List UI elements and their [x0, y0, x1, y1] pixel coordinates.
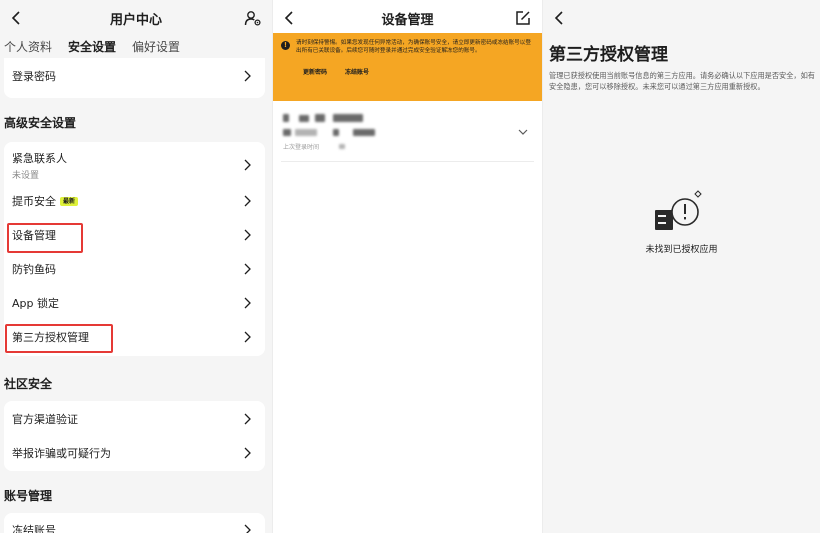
device-item[interactable]: 上次登录时间 [281, 112, 534, 162]
navbar: 设备管理 [273, 0, 542, 36]
redacted-device-name [283, 114, 289, 122]
warning-actions: 更新密码 冻结账号 [281, 67, 534, 76]
row-status: 未设置 [12, 170, 40, 181]
back-icon[interactable] [6, 7, 26, 29]
redacted-device-name [299, 115, 309, 122]
chevron-right-icon [244, 263, 251, 275]
navbar [543, 0, 820, 36]
row-label: 提币安全 最新 [12, 193, 265, 209]
row-label: 紧急联系人 [12, 151, 67, 165]
third-party-auth-row[interactable]: 第三方授权管理 [4, 320, 265, 354]
chevron-right-icon [244, 70, 251, 82]
chevron-right-icon [244, 524, 251, 533]
new-badge: 最新 [60, 196, 79, 206]
anti-phishing-row[interactable]: 防钓鱼码 [4, 252, 265, 286]
row-label: 第三方授权管理 [12, 331, 89, 344]
login-card: 登录密码 [4, 58, 265, 98]
page-title: 设备管理 [381, 12, 434, 28]
community-security-card: 官方渠道验证 举报诈骗或可疑行为 [4, 401, 265, 471]
advanced-security-card: 紧急联系人 未设置 提币安全 最新 设备管理 防钓鱼码 App 锁定 第三方授权… [4, 142, 265, 356]
back-icon[interactable] [279, 7, 299, 29]
redacted-device-info [353, 129, 375, 136]
row-label: 冻结账号 [12, 524, 56, 533]
edit-icon[interactable] [512, 7, 534, 29]
back-icon[interactable] [549, 7, 569, 29]
warning-text: 请时刻保持警惕。如果您发现任何异常活动，为确保账号安全，请立即更新密码或冻结账号… [296, 40, 531, 54]
row-label: 设备管理 [12, 229, 56, 242]
freeze-account-row[interactable]: 冻结账号 [4, 513, 265, 533]
chevron-right-icon [244, 413, 251, 425]
empty-state-text: 未找到已授权应用 [645, 245, 718, 255]
user-settings-icon[interactable] [242, 7, 264, 29]
redacted-device-info [295, 129, 317, 136]
chevron-down-icon[interactable] [518, 128, 528, 136]
emergency-contact-row[interactable]: 紧急联系人 未设置 [4, 146, 265, 184]
section-title-account: 账号管理 [4, 489, 53, 503]
page-title: 第三方授权管理 [549, 45, 668, 65]
row-label: 举报诈骗或可疑行为 [12, 447, 111, 460]
user-center-panel: 用户中心 个人资料 安全设置 偏好设置 登录密码 高级安全设置 紧急联系人 未设… [0, 0, 272, 533]
section-title-community: 社区安全 [4, 377, 53, 391]
empty-state-icon [651, 188, 707, 232]
chevron-right-icon [244, 297, 251, 309]
navbar: 用户中心 [0, 0, 272, 36]
login-password-row[interactable]: 登录密码 [4, 58, 265, 94]
chevron-right-icon [244, 447, 251, 459]
third-party-auth-panel: 第三方授权管理 管理已获授权使用当前账号信息的第三方应用。请务必确认以下应用是否… [542, 0, 820, 533]
page-title: 用户中心 [109, 12, 162, 28]
row-label: 官方渠道验证 [12, 413, 78, 426]
redacted-device-name [333, 114, 363, 122]
last-login-label: 上次登录时间 [283, 144, 320, 151]
chevron-right-icon [244, 195, 251, 207]
redacted-device-name [315, 114, 325, 122]
warning-icon: ! [281, 41, 290, 50]
update-password-link[interactable]: 更新密码 [303, 67, 327, 76]
redacted-device-info [283, 129, 291, 136]
chevron-right-icon [244, 229, 251, 241]
row-label: 防钓鱼码 [12, 263, 56, 276]
page-description: 管理已获授权使用当前账号信息的第三方应用。请务必确认以下应用是否安全，如有安全隐… [549, 71, 815, 91]
row-label-text: 提币安全 [12, 195, 56, 208]
app-lock-row[interactable]: App 锁定 [4, 286, 265, 320]
row-label: 登录密码 [12, 70, 56, 83]
chevron-right-icon [244, 159, 251, 171]
device-management-panel: 设备管理 ! 请时刻保持警惕。如果您发现任何异常活动，为确保账号安全，请立即更新… [272, 0, 542, 533]
official-verify-row[interactable]: 官方渠道验证 [4, 402, 265, 436]
withdraw-security-row[interactable]: 提币安全 最新 [4, 184, 265, 218]
report-fraud-row[interactable]: 举报诈骗或可疑行为 [4, 436, 265, 470]
account-card: 冻结账号 [4, 513, 265, 533]
freeze-account-link[interactable]: 冻结账号 [345, 67, 369, 76]
section-title-advanced: 高级安全设置 [4, 116, 77, 130]
warning-row: ! 请时刻保持警惕。如果您发现任何异常活动，为确保账号安全，请立即更新密码或冻结… [281, 39, 534, 55]
chevron-right-icon [244, 331, 251, 343]
redacted-last-login-time [339, 144, 345, 149]
row-label: App 锁定 [12, 297, 59, 310]
warning-banner: ! 请时刻保持警惕。如果您发现任何异常活动，为确保账号安全，请立即更新密码或冻结… [273, 33, 542, 101]
redacted-device-info [333, 129, 339, 136]
device-management-row[interactable]: 设备管理 [4, 218, 265, 252]
